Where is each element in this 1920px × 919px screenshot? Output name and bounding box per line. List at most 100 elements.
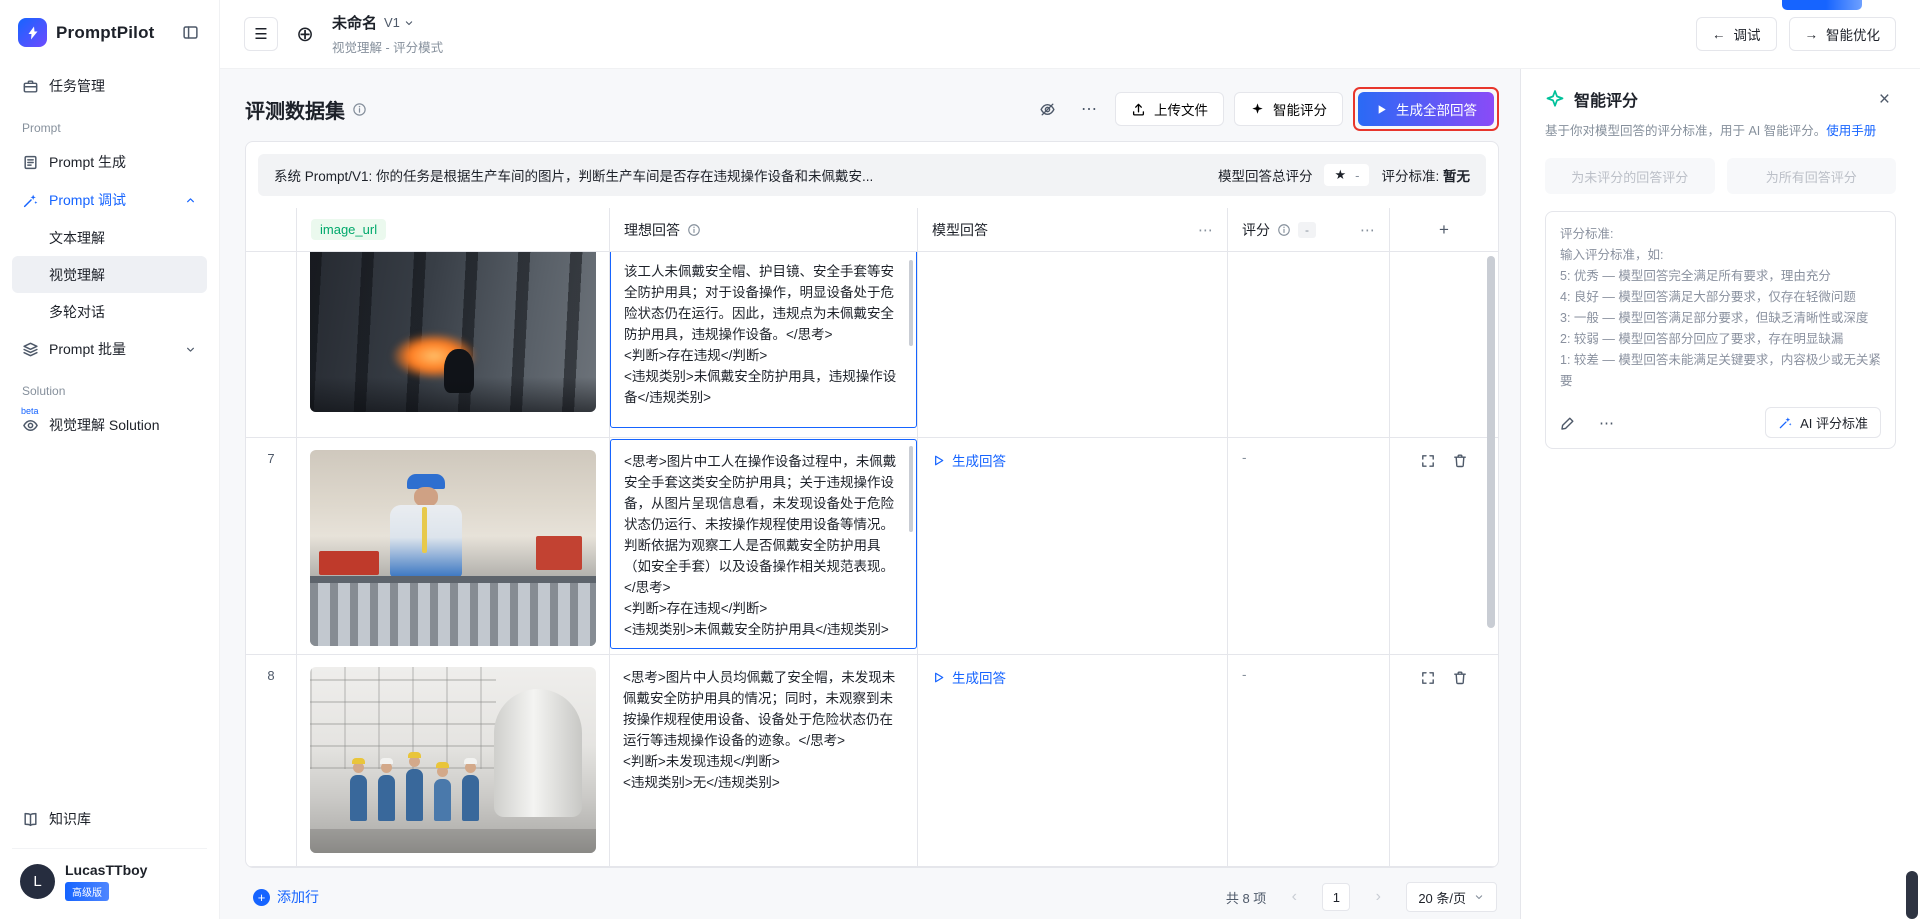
generate-answer-label: 生成回答 [952, 450, 1006, 470]
system-prompt-text: 系统 Prompt/V1: 你的任务是根据生产车间的图片，判断生产车间是否存在违… [274, 165, 1206, 185]
score-all-button[interactable]: 为所有回答评分 [1727, 158, 1897, 194]
version-selector[interactable]: V1 [384, 15, 415, 30]
ideal-answer-text[interactable]: <思考>图片中工人在操作设备过程中，未佩戴安全手套这类安全防护用具；关于违规操作… [610, 439, 917, 649]
smart-scoring-panel: 智能评分 × 基于你对模型回答的评分标准，用于 AI 智能评分。使用手册 为未评… [1520, 69, 1920, 919]
content-area: 评测数据集 ⋯ 上传文件 智能 [220, 69, 1520, 919]
sidebar-item-multi-turn[interactable]: 多轮对话 [12, 293, 207, 330]
new-document-button[interactable]: ⊕ [290, 17, 320, 51]
document-icon [22, 154, 39, 171]
ideal-answer-cell[interactable]: <思考>图片中人员均佩戴了安全帽，未发现未佩戴安全防护用具的情况；同时，未观察到… [610, 655, 918, 866]
pencil-icon [1560, 415, 1576, 431]
user-profile[interactable]: L LucasTTboy 高级版 [12, 848, 207, 919]
smart-optimize-button[interactable]: → 智能优化 [1789, 17, 1897, 51]
chevron-down-icon [184, 343, 197, 356]
cell-scrollbar[interactable] [909, 446, 913, 532]
ideal-answer-text[interactable]: 该工人未佩戴安全帽、护目镜、安全手套等安全防护用具；对于设备操作，明显设备处于危… [610, 252, 917, 428]
sidebar-item-text-understanding[interactable]: 文本理解 [12, 219, 207, 256]
smart-score-button[interactable]: 智能评分 [1234, 92, 1343, 126]
manual-link[interactable]: 使用手册 [1826, 124, 1876, 138]
add-row-button[interactable]: + 添加行 [247, 886, 325, 908]
score-unscored-button[interactable]: 为未评分的回答评分 [1545, 158, 1715, 194]
dataset-table-card: 系统 Prompt/V1: 你的任务是根据生产车间的图片，判断生产车间是否存在违… [245, 141, 1499, 868]
image-url-tag: image_url [311, 219, 386, 240]
sidebar-item-knowledge-base[interactable]: 知识库 [12, 800, 207, 838]
table-vertical-scrollbar[interactable] [1487, 256, 1495, 628]
column-header-model-answer[interactable]: 模型回答 ⋯ [918, 208, 1228, 251]
sidebar-item-visual-solution[interactable]: beta 视觉理解 Solution [12, 406, 207, 444]
upload-icon [1131, 102, 1146, 117]
sidebar-item-prompt-batch[interactable]: Prompt 批量 [12, 330, 207, 368]
chevron-up-icon [184, 194, 197, 207]
page-size-select[interactable]: 20 条/页 [1406, 882, 1497, 912]
table-header-row: image_url 理想回答 模型回答 ⋯ 评分 - [246, 208, 1498, 252]
image-cell[interactable] [297, 438, 610, 654]
previous-page-button[interactable]: ‹ [1280, 883, 1308, 911]
panel-description: 基于你对模型回答的评分标准，用于 AI 智能评分。使用手册 [1545, 122, 1896, 141]
column-menu-icon[interactable]: ⋯ [1198, 221, 1213, 239]
panel-title: 智能评分 [1574, 87, 1638, 111]
score-filter-chip[interactable]: - [1298, 222, 1316, 238]
ideal-answer-text[interactable]: <思考>图片中人员均佩戴了安全帽，未发现未佩戴安全防护用具的情况；同时，未观察到… [610, 656, 917, 861]
sidebar-section-solution: Solution [12, 368, 207, 406]
close-panel-icon[interactable]: × [1873, 89, 1896, 110]
document-title-block: 未命名 V1 视觉理解 - 评分模式 [332, 12, 443, 56]
row-number-header [246, 208, 297, 251]
image-cell[interactable] [297, 252, 610, 437]
generate-all-answers-button[interactable]: 生成全部回答 [1358, 92, 1494, 126]
ideal-answer-cell[interactable]: 该工人未佩戴安全帽、护目镜、安全手套等安全防护用具；对于设备操作，明显设备处于危… [610, 252, 918, 437]
ideal-answer-cell[interactable]: <思考>图片中工人在操作设备过程中，未佩戴安全手套这类安全防护用具；关于违规操作… [610, 438, 918, 654]
ai-criteria-button[interactable]: AI 评分标准 [1765, 407, 1881, 438]
criteria-editor[interactable]: 评分标准: 输入评分标准，如: 5: 优秀 — 模型回答完全满足所有要求，理由充… [1545, 211, 1896, 449]
window-scrollbar-thumb[interactable] [1906, 871, 1918, 919]
page-number-button[interactable]: 1 [1322, 883, 1350, 911]
total-items-label: 共 8 项 [1226, 888, 1266, 907]
row-number: 8 [246, 655, 297, 866]
column-header-ideal-answer[interactable]: 理想回答 [610, 208, 918, 251]
sidebar-item-task-management[interactable]: 任务管理 [12, 67, 207, 105]
delete-row-icon[interactable] [1452, 670, 1468, 686]
plus-circle-icon: ⊕ [296, 22, 314, 47]
expand-row-icon[interactable] [1420, 670, 1436, 686]
add-column-button[interactable]: + [1390, 208, 1498, 251]
total-score-chip[interactable]: ★ - [1324, 164, 1369, 186]
system-prompt-bar[interactable]: 系统 Prompt/V1: 你的任务是根据生产车间的图片，判断生产车间是否存在违… [258, 154, 1486, 196]
dataset-image-workshop-welding[interactable] [310, 252, 596, 412]
eye-off-icon [1039, 101, 1056, 118]
model-answer-cell[interactable]: 生成回答 [918, 438, 1228, 654]
score-cell[interactable]: - [1228, 438, 1390, 654]
upload-file-button[interactable]: 上传文件 [1115, 92, 1224, 126]
generate-answer-link[interactable]: 生成回答 [932, 667, 1006, 687]
row-number [246, 252, 297, 437]
column-header-score[interactable]: 评分 - ⋯ [1228, 208, 1390, 251]
score-cell[interactable]: - [1228, 655, 1390, 866]
debug-button[interactable]: ← 调试 [1696, 17, 1777, 51]
delete-row-icon[interactable] [1452, 453, 1468, 469]
hamburger-menu-button[interactable]: ☰ [244, 17, 278, 51]
column-header-image-url[interactable]: image_url [297, 208, 610, 251]
generate-answer-link[interactable]: 生成回答 [932, 450, 1006, 470]
column-menu-icon[interactable]: ⋯ [1360, 221, 1375, 239]
sidebar-item-visual-understanding[interactable]: 视觉理解 [12, 256, 207, 293]
image-cell[interactable] [297, 655, 610, 866]
sidebar-collapse-icon[interactable] [180, 22, 201, 43]
cell-scrollbar[interactable] [909, 260, 913, 346]
document-subtitle: 视觉理解 - 评分模式 [332, 37, 443, 56]
smart-score-label: 智能评分 [1273, 99, 1327, 119]
model-answer-cell[interactable] [918, 252, 1228, 437]
criteria-more-button[interactable]: ⋯ [1593, 413, 1620, 433]
chevron-down-icon [1473, 891, 1485, 903]
star-icon: ★ [1334, 167, 1346, 183]
score-cell[interactable] [1228, 252, 1390, 437]
more-actions-button[interactable]: ⋯ [1073, 93, 1105, 125]
dataset-image-worker-conveyor[interactable] [310, 450, 596, 646]
dataset-image-factory-group[interactable] [310, 667, 596, 853]
clipped-top-button[interactable] [1782, 0, 1862, 10]
sidebar-item-prompt-generate[interactable]: Prompt 生成 [12, 143, 207, 181]
edit-criteria-button[interactable] [1560, 414, 1576, 430]
red-annotation-box: 生成全部回答 [1353, 87, 1499, 131]
hide-columns-button[interactable] [1031, 93, 1063, 125]
next-page-button[interactable]: › [1364, 883, 1392, 911]
model-answer-cell[interactable]: 生成回答 [918, 655, 1228, 866]
sidebar-item-prompt-debug[interactable]: Prompt 调试 [12, 181, 207, 219]
expand-row-icon[interactable] [1420, 453, 1436, 469]
